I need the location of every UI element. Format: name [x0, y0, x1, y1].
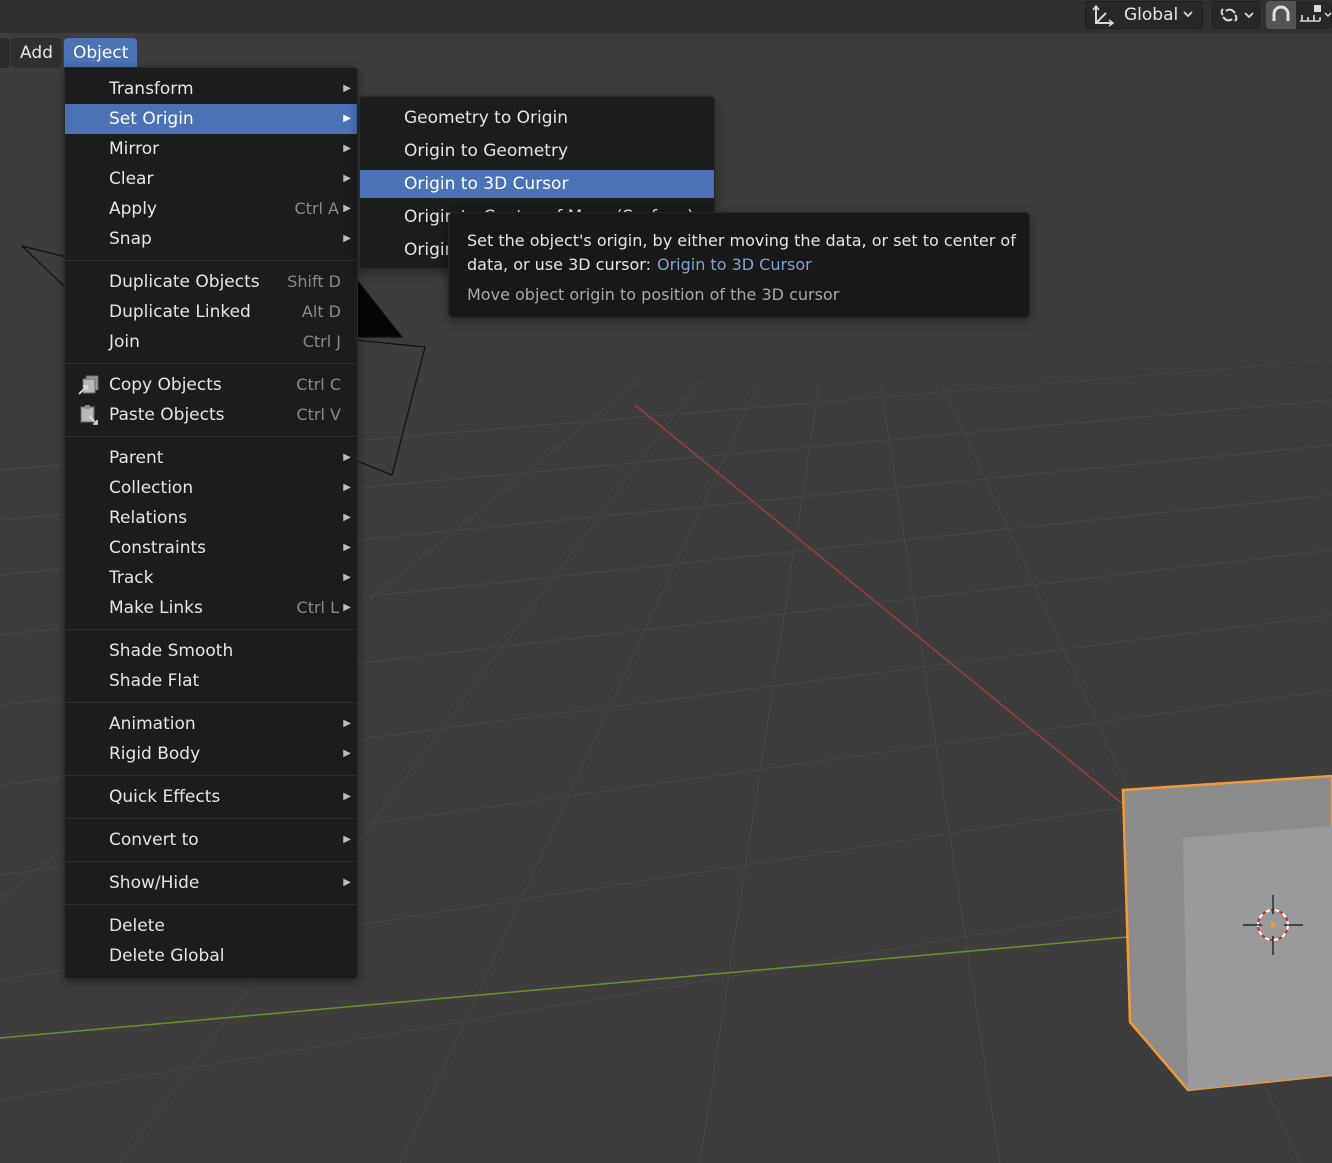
menu-item-clear[interactable]: Clear ▶	[65, 164, 357, 194]
menu-item-collection[interactable]: Collection ▶	[65, 473, 357, 503]
submenu-arrow-icon: ▶	[343, 173, 351, 184]
submenu-arrow-icon: ▶	[343, 233, 351, 244]
menu-item-duplicate-objects[interactable]: Duplicate Objects Shift D	[65, 267, 357, 297]
shortcut-label: Ctrl V	[296, 405, 342, 424]
menu-separator	[65, 363, 357, 364]
transform-orientation-icon	[1092, 4, 1115, 27]
menu-separator	[65, 775, 357, 776]
menu-item-show-hide[interactable]: Show/Hide ▶	[65, 868, 357, 898]
orientation-label: Global	[1124, 5, 1179, 25]
menu-separator	[65, 702, 357, 703]
menu-item-shade-flat[interactable]: Shade Flat	[65, 666, 357, 696]
menu-separator	[65, 629, 357, 630]
cube-object	[1121, 774, 1332, 1092]
menu-item-delete[interactable]: Delete	[65, 911, 357, 941]
transform-orientation-dropdown[interactable]: Global	[1085, 1, 1203, 29]
menu-item-delete-global[interactable]: Delete Global	[65, 941, 357, 971]
menu-item-paste-objects[interactable]: Paste Objects Ctrl V	[65, 400, 357, 430]
submenu-arrow-icon: ▶	[343, 83, 351, 94]
submenu-arrow-icon: ▶	[343, 113, 351, 124]
submenu-item-origin-to-geometry[interactable]: Origin to Geometry	[360, 137, 714, 165]
snap-increment-icon	[1300, 5, 1332, 22]
submenu-arrow-icon: ▶	[343, 143, 351, 154]
menubar-edge[interactable]	[0, 38, 10, 68]
menu-item-apply[interactable]: Apply Ctrl A ▶	[65, 194, 357, 224]
submenu-arrow-icon: ▶	[343, 748, 351, 759]
menu-item-set-origin[interactable]: Set Origin ▶	[65, 104, 357, 134]
menu-item-snap[interactable]: Snap ▶	[65, 224, 357, 254]
menubar-object[interactable]: Object	[64, 38, 138, 68]
submenu-item-origin-to-3d-cursor[interactable]: Origin to 3D Cursor	[360, 170, 714, 198]
submenu-arrow-icon: ▶	[343, 482, 351, 493]
menu-separator	[65, 818, 357, 819]
submenu-item-geometry-to-origin[interactable]: Geometry to Origin	[360, 104, 714, 132]
link-icon	[1220, 8, 1254, 22]
shortcut-label: Ctrl L	[296, 598, 339, 617]
shortcut-label: Alt D	[301, 302, 341, 321]
shortcut-label: Ctrl J	[302, 332, 341, 351]
shortcut-label: Ctrl C	[296, 375, 341, 394]
menu-item-join[interactable]: Join Ctrl J	[65, 327, 357, 357]
menu-item-animation[interactable]: Animation ▶	[65, 709, 357, 739]
operator-tooltip: Set the object's origin, by either movin…	[448, 212, 1030, 318]
submenu-arrow-icon: ▶	[343, 602, 351, 613]
chevron-down-icon	[1183, 11, 1193, 18]
snap-options-dropdown[interactable]	[1296, 1, 1332, 29]
submenu-arrow-icon: ▶	[343, 452, 351, 463]
submenu-arrow-icon: ▶	[343, 791, 351, 802]
menu-item-duplicate-linked[interactable]: Duplicate Linked Alt D	[65, 297, 357, 327]
menu-separator	[65, 904, 357, 905]
shortcut-label: Ctrl A	[294, 199, 340, 218]
menu-item-convert-to[interactable]: Convert to ▶	[65, 825, 357, 855]
menu-item-copy-objects[interactable]: Copy Objects Ctrl C	[65, 370, 357, 400]
menu-item-parent[interactable]: Parent ▶	[65, 443, 357, 473]
submenu-arrow-icon: ▶	[343, 512, 351, 523]
menu-item-quick-effects[interactable]: Quick Effects ▶	[65, 782, 357, 812]
tooltip-operator-name: Origin to 3D Cursor	[656, 255, 812, 274]
menu-separator	[65, 260, 357, 261]
menu-item-relations[interactable]: Relations ▶	[65, 503, 357, 533]
menu-separator	[65, 861, 357, 862]
menu-item-track[interactable]: Track ▶	[65, 563, 357, 593]
menu-item-mirror[interactable]: Mirror ▶	[65, 134, 357, 164]
menu-item-transform[interactable]: Transform ▶	[65, 74, 357, 104]
tooltip-detail: Move object origin to position of the 3D…	[467, 285, 840, 304]
snap-toggle-button[interactable]	[1266, 1, 1296, 29]
pivot-point-dropdown[interactable]	[1212, 1, 1260, 29]
submenu-arrow-icon: ▶	[343, 718, 351, 729]
menu-separator	[65, 436, 357, 437]
menu-item-rigid-body[interactable]: Rigid Body ▶	[65, 739, 357, 769]
submenu-arrow-icon: ▶	[343, 877, 351, 888]
paste-icon	[80, 405, 98, 425]
menu-item-shade-smooth[interactable]: Shade Smooth	[65, 636, 357, 666]
magnet-icon	[1272, 5, 1290, 21]
menu-item-constraints[interactable]: Constraints ▶	[65, 533, 357, 563]
submenu-arrow-icon: ▶	[343, 572, 351, 583]
shortcut-label: Shift D	[287, 272, 341, 291]
tooltip-description-line: Set the object's origin, by either movin…	[467, 229, 1027, 277]
submenu-arrow-icon: ▶	[343, 834, 351, 845]
submenu-arrow-icon: ▶	[343, 203, 351, 214]
menubar-add[interactable]: Add	[11, 38, 62, 68]
menu-item-make-links[interactable]: Make Links Ctrl L ▶	[65, 593, 357, 623]
copy-icon	[78, 375, 99, 395]
submenu-arrow-icon: ▶	[343, 542, 351, 553]
object-menu: Transform ▶ Set Origin ▶ Mirror ▶ Clear …	[64, 67, 358, 979]
